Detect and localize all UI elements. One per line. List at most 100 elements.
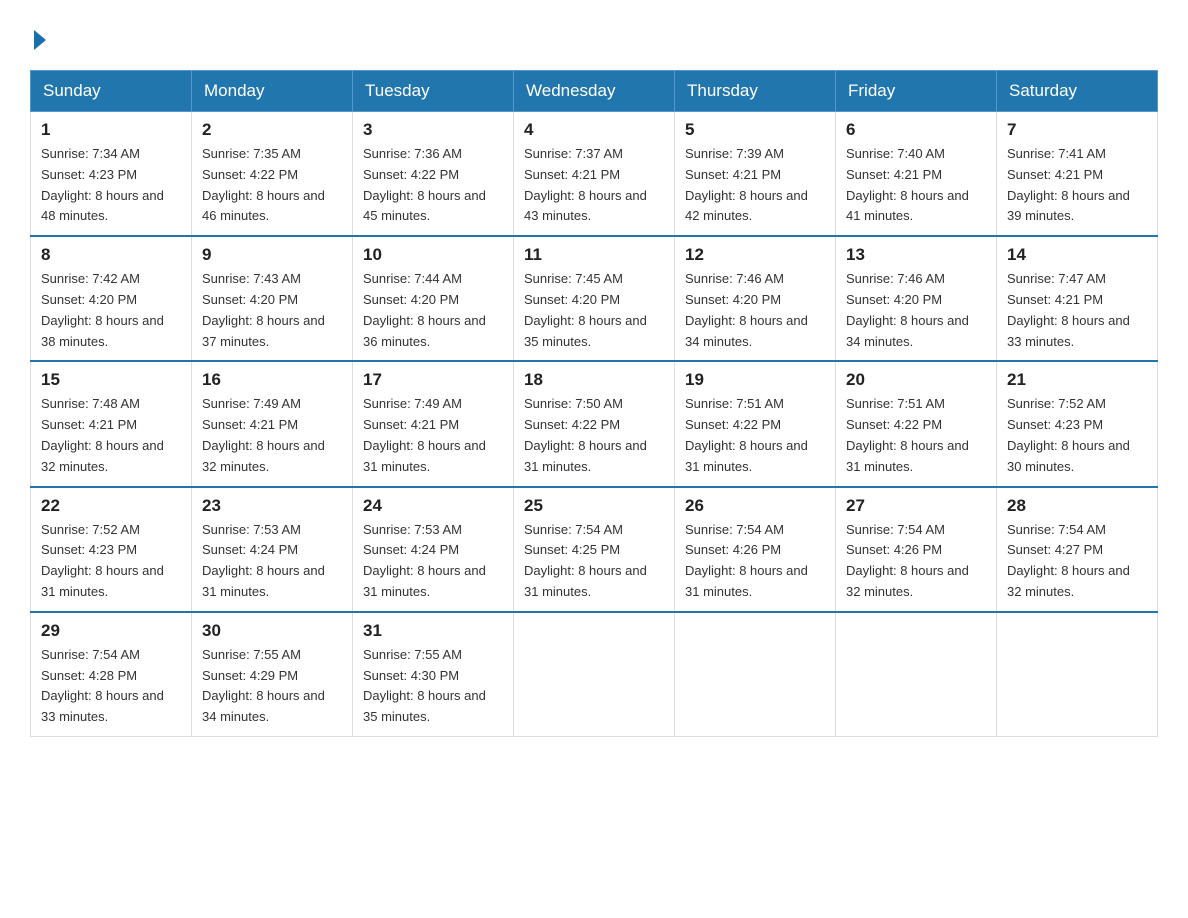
day-info: Sunrise: 7:41 AMSunset: 4:21 PMDaylight:… — [1007, 144, 1147, 227]
day-info: Sunrise: 7:34 AMSunset: 4:23 PMDaylight:… — [41, 144, 181, 227]
day-number: 24 — [363, 496, 503, 516]
day-number: 10 — [363, 245, 503, 265]
day-number: 16 — [202, 370, 342, 390]
day-info: Sunrise: 7:52 AMSunset: 4:23 PMDaylight:… — [1007, 394, 1147, 477]
day-info: Sunrise: 7:54 AMSunset: 4:25 PMDaylight:… — [524, 520, 664, 603]
day-info: Sunrise: 7:49 AMSunset: 4:21 PMDaylight:… — [202, 394, 342, 477]
empty-cell — [675, 612, 836, 737]
empty-cell — [514, 612, 675, 737]
day-number: 2 — [202, 120, 342, 140]
calendar-day-cell: 12 Sunrise: 7:46 AMSunset: 4:20 PMDayligh… — [675, 236, 836, 361]
calendar-day-cell: 1 Sunrise: 7:34 AMSunset: 4:23 PMDaylight… — [31, 112, 192, 237]
column-header-tuesday: Tuesday — [353, 71, 514, 112]
empty-cell — [997, 612, 1158, 737]
day-number: 13 — [846, 245, 986, 265]
day-info: Sunrise: 7:42 AMSunset: 4:20 PMDaylight:… — [41, 269, 181, 352]
day-number: 15 — [41, 370, 181, 390]
calendar-day-cell: 11 Sunrise: 7:45 AMSunset: 4:20 PMDayligh… — [514, 236, 675, 361]
column-header-monday: Monday — [192, 71, 353, 112]
calendar-week-row: 1 Sunrise: 7:34 AMSunset: 4:23 PMDaylight… — [31, 112, 1158, 237]
logo-blue-text — [30, 30, 46, 50]
day-info: Sunrise: 7:50 AMSunset: 4:22 PMDaylight:… — [524, 394, 664, 477]
day-info: Sunrise: 7:54 AMSunset: 4:28 PMDaylight:… — [41, 645, 181, 728]
day-number: 14 — [1007, 245, 1147, 265]
column-header-thursday: Thursday — [675, 71, 836, 112]
day-number: 31 — [363, 621, 503, 641]
day-number: 21 — [1007, 370, 1147, 390]
calendar-day-cell: 27Sunrise: 7:54 AMSunset: 4:26 PMDayligh… — [836, 487, 997, 612]
calendar-day-cell: 29 Sunrise: 7:54 AMSunset: 4:28 PMDayligh… — [31, 612, 192, 737]
day-number: 29 — [41, 621, 181, 641]
day-info: Sunrise: 7:44 AMSunset: 4:20 PMDaylight:… — [363, 269, 503, 352]
logo-triangle-icon — [34, 30, 46, 50]
empty-cell — [836, 612, 997, 737]
calendar-week-row: 29 Sunrise: 7:54 AMSunset: 4:28 PMDayligh… — [31, 612, 1158, 737]
day-info: Sunrise: 7:43 AMSunset: 4:20 PMDaylight:… — [202, 269, 342, 352]
calendar-day-cell: 28Sunrise: 7:54 AMSunset: 4:27 PMDayligh… — [997, 487, 1158, 612]
day-info: Sunrise: 7:54 AMSunset: 4:26 PMDaylight:… — [846, 520, 986, 603]
day-number: 30 — [202, 621, 342, 641]
day-number: 28 — [1007, 496, 1147, 516]
day-info: Sunrise: 7:35 AMSunset: 4:22 PMDaylight:… — [202, 144, 342, 227]
page-header — [30, 30, 1158, 50]
day-number: 22 — [41, 496, 181, 516]
day-number: 26 — [685, 496, 825, 516]
day-number: 19 — [685, 370, 825, 390]
calendar-day-cell: 22 Sunrise: 7:52 AMSunset: 4:23 PMDayligh… — [31, 487, 192, 612]
calendar-day-cell: 4 Sunrise: 7:37 AMSunset: 4:21 PMDaylight… — [514, 112, 675, 237]
day-number: 8 — [41, 245, 181, 265]
day-info: Sunrise: 7:53 AMSunset: 4:24 PMDaylight:… — [363, 520, 503, 603]
day-number: 3 — [363, 120, 503, 140]
day-info: Sunrise: 7:46 AMSunset: 4:20 PMDaylight:… — [685, 269, 825, 352]
day-info: Sunrise: 7:47 AMSunset: 4:21 PMDaylight:… — [1007, 269, 1147, 352]
day-number: 17 — [363, 370, 503, 390]
day-info: Sunrise: 7:45 AMSunset: 4:20 PMDaylight:… — [524, 269, 664, 352]
day-number: 9 — [202, 245, 342, 265]
calendar-day-cell: 31 Sunrise: 7:55 AMSunset: 4:30 PMDayligh… — [353, 612, 514, 737]
day-info: Sunrise: 7:39 AMSunset: 4:21 PMDaylight:… — [685, 144, 825, 227]
calendar-week-row: 8 Sunrise: 7:42 AMSunset: 4:20 PMDaylight… — [31, 236, 1158, 361]
calendar-day-cell: 23Sunrise: 7:53 AMSunset: 4:24 PMDayligh… — [192, 487, 353, 612]
calendar-day-cell: 8 Sunrise: 7:42 AMSunset: 4:20 PMDaylight… — [31, 236, 192, 361]
day-info: Sunrise: 7:51 AMSunset: 4:22 PMDaylight:… — [685, 394, 825, 477]
calendar-day-cell: 3 Sunrise: 7:36 AMSunset: 4:22 PMDaylight… — [353, 112, 514, 237]
calendar-day-cell: 9 Sunrise: 7:43 AMSunset: 4:20 PMDaylight… — [192, 236, 353, 361]
calendar-day-cell: 6Sunrise: 7:40 AMSunset: 4:21 PMDaylight… — [836, 112, 997, 237]
calendar-day-cell: 10 Sunrise: 7:44 AMSunset: 4:20 PMDayligh… — [353, 236, 514, 361]
day-number: 12 — [685, 245, 825, 265]
calendar-table: SundayMondayTuesdayWednesdayThursdayFrid… — [30, 70, 1158, 737]
day-info: Sunrise: 7:37 AMSunset: 4:21 PMDaylight:… — [524, 144, 664, 227]
column-header-saturday: Saturday — [997, 71, 1158, 112]
day-info: Sunrise: 7:55 AMSunset: 4:29 PMDaylight:… — [202, 645, 342, 728]
calendar-day-cell: 2 Sunrise: 7:35 AMSunset: 4:22 PMDaylight… — [192, 112, 353, 237]
day-number: 11 — [524, 245, 664, 265]
day-info: Sunrise: 7:53 AMSunset: 4:24 PMDaylight:… — [202, 520, 342, 603]
column-header-friday: Friday — [836, 71, 997, 112]
logo — [30, 30, 46, 50]
calendar-day-cell: 14 Sunrise: 7:47 AMSunset: 4:21 PMDayligh… — [997, 236, 1158, 361]
day-info: Sunrise: 7:51 AMSunset: 4:22 PMDaylight:… — [846, 394, 986, 477]
day-info: Sunrise: 7:49 AMSunset: 4:21 PMDaylight:… — [363, 394, 503, 477]
calendar-day-cell: 5 Sunrise: 7:39 AMSunset: 4:21 PMDaylight… — [675, 112, 836, 237]
day-info: Sunrise: 7:46 AMSunset: 4:20 PMDaylight:… — [846, 269, 986, 352]
day-number: 4 — [524, 120, 664, 140]
day-info: Sunrise: 7:36 AMSunset: 4:22 PMDaylight:… — [363, 144, 503, 227]
calendar-day-cell: 17 Sunrise: 7:49 AMSunset: 4:21 PMDayligh… — [353, 361, 514, 486]
calendar-week-row: 22 Sunrise: 7:52 AMSunset: 4:23 PMDayligh… — [31, 487, 1158, 612]
column-header-wednesday: Wednesday — [514, 71, 675, 112]
day-number: 25 — [524, 496, 664, 516]
day-info: Sunrise: 7:40 AMSunset: 4:21 PMDaylight:… — [846, 144, 986, 227]
day-info: Sunrise: 7:55 AMSunset: 4:30 PMDaylight:… — [363, 645, 503, 728]
day-number: 1 — [41, 120, 181, 140]
calendar-day-cell: 7Sunrise: 7:41 AMSunset: 4:21 PMDaylight… — [997, 112, 1158, 237]
calendar-day-cell: 21 Sunrise: 7:52 AMSunset: 4:23 PMDayligh… — [997, 361, 1158, 486]
column-header-sunday: Sunday — [31, 71, 192, 112]
calendar-day-cell: 25 Sunrise: 7:54 AMSunset: 4:25 PMDayligh… — [514, 487, 675, 612]
calendar-header-row: SundayMondayTuesdayWednesdayThursdayFrid… — [31, 71, 1158, 112]
calendar-day-cell: 16 Sunrise: 7:49 AMSunset: 4:21 PMDayligh… — [192, 361, 353, 486]
day-info: Sunrise: 7:52 AMSunset: 4:23 PMDaylight:… — [41, 520, 181, 603]
calendar-day-cell: 30 Sunrise: 7:55 AMSunset: 4:29 PMDayligh… — [192, 612, 353, 737]
day-number: 5 — [685, 120, 825, 140]
day-number: 18 — [524, 370, 664, 390]
calendar-day-cell: 15Sunrise: 7:48 AMSunset: 4:21 PMDayligh… — [31, 361, 192, 486]
